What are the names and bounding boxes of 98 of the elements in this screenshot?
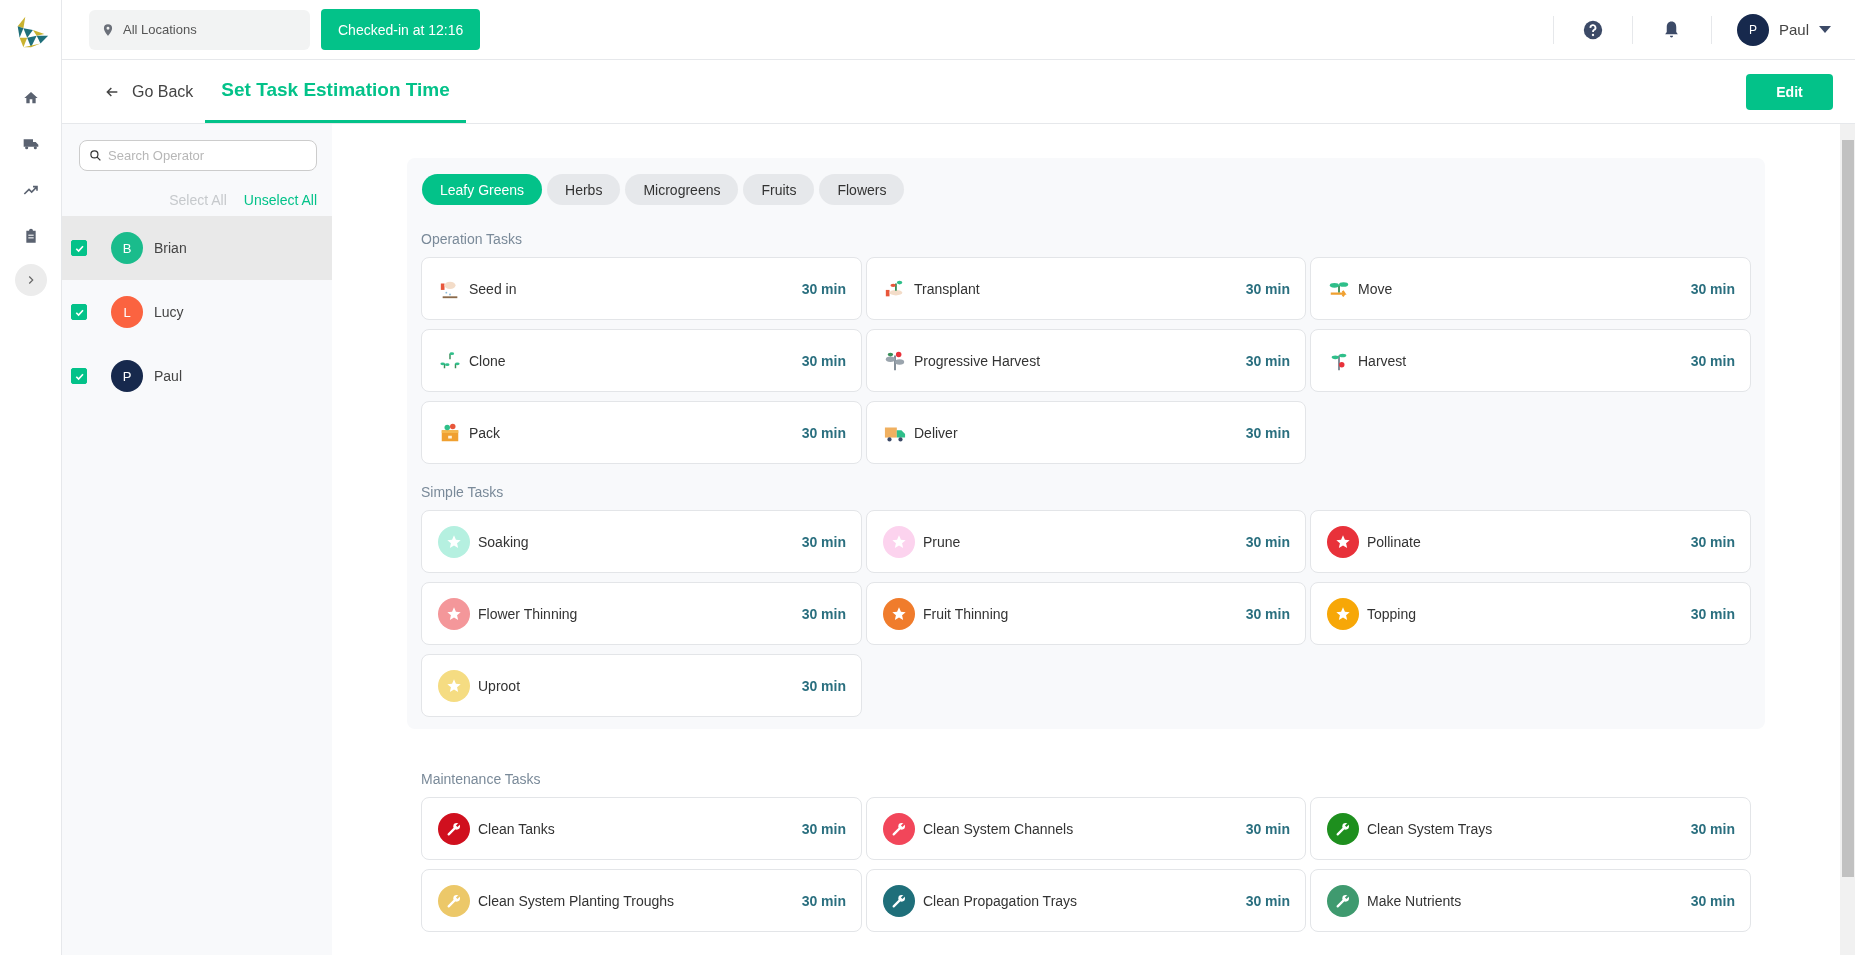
task-card[interactable]: Move 30 min	[1310, 257, 1751, 320]
task-card[interactable]: Pack 30 min	[421, 401, 862, 464]
checkbox[interactable]	[71, 304, 87, 320]
task-name: Fruit Thinning	[923, 605, 1010, 622]
help-icon[interactable]	[1582, 19, 1603, 40]
operator-name: Brian	[154, 240, 187, 256]
task-name: Uproot	[478, 677, 522, 694]
task-card[interactable]: Pollinate 30 min	[1310, 510, 1751, 573]
task-name: Flower Thinning	[478, 605, 579, 622]
task-card[interactable]: Prune 30 min	[866, 510, 1306, 573]
task-card[interactable]: Fruit Thinning 30 min	[866, 582, 1306, 645]
task-name: Seed in	[469, 280, 518, 297]
task-name: Prune	[923, 533, 962, 550]
operator-row[interactable]: L Lucy	[62, 280, 332, 344]
task-name: Transplant	[914, 280, 981, 297]
task-illustration-icon	[884, 349, 906, 372]
location-pin-icon	[101, 22, 115, 37]
task-duration: 30 min	[801, 892, 846, 909]
task-name: Progressive Harvest	[914, 352, 1042, 369]
task-card[interactable]: Harvest 30 min	[1310, 329, 1751, 392]
operator-avatar: P	[111, 360, 143, 392]
task-duration: 30 min	[801, 605, 846, 622]
task-card[interactable]: Clean System Trays 30 min	[1310, 797, 1751, 860]
task-duration: 30 min	[801, 820, 846, 837]
task-card[interactable]: Uproot 30 min	[421, 654, 862, 717]
task-duration: 30 min	[1690, 892, 1735, 909]
section-title: Simple Tasks	[421, 484, 505, 502]
user-avatar: P	[1736, 13, 1769, 46]
scrollbar[interactable]	[1840, 124, 1855, 955]
task-name: Clean Tanks	[478, 820, 556, 837]
back-link[interactable]: Go Back	[104, 60, 194, 123]
task-card[interactable]: Clean System Planting Troughs 30 min	[421, 869, 862, 932]
task-duration: 30 min	[801, 280, 846, 297]
task-name: Pollinate	[1367, 533, 1422, 550]
task-duration: 30 min	[1245, 424, 1290, 441]
operator-name: Paul	[154, 368, 183, 384]
home-icon[interactable]	[22, 90, 39, 106]
section-title: Operation Tasks	[421, 231, 523, 249]
task-duration: 30 min	[1245, 280, 1290, 297]
task-card[interactable]: Clean Tanks 30 min	[421, 797, 862, 860]
task-duration: 30 min	[1245, 820, 1290, 837]
task-name: Topping	[1367, 605, 1418, 622]
crop-tab[interactable]: Flowers	[819, 174, 905, 205]
task-name: Make Nutrients	[1367, 892, 1463, 909]
task-card[interactable]: Progressive Harvest 30 min	[866, 329, 1306, 392]
task-card[interactable]: Soaking 30 min	[421, 510, 862, 573]
operator-row[interactable]: P Paul	[62, 344, 332, 408]
caret-down-icon[interactable]	[1819, 25, 1831, 34]
user-name[interactable]: Paul	[1778, 21, 1809, 38]
task-duration: 30 min	[801, 424, 846, 441]
task-duration: 30 min	[1690, 280, 1735, 297]
location-value: All Locations	[123, 22, 197, 37]
crop-tab[interactable]: Microgreens	[625, 174, 739, 205]
task-duration: 30 min	[1690, 352, 1735, 369]
scrollbar-thumb[interactable]	[1841, 140, 1854, 877]
task-duration: 30 min	[1690, 820, 1735, 837]
task-duration: 30 min	[1245, 605, 1290, 622]
task-card[interactable]: Make Nutrients 30 min	[1310, 869, 1751, 932]
crop-tab[interactable]: Herbs	[547, 174, 621, 205]
task-duration: 30 min	[1245, 533, 1290, 550]
task-card[interactable]: Transplant 30 min	[866, 257, 1306, 320]
search-field[interactable]: Search Operator	[79, 140, 317, 171]
crop-tab[interactable]: Fruits	[743, 174, 815, 205]
operator-avatar: B	[111, 232, 143, 264]
section-title: Maintenance Tasks	[421, 771, 542, 789]
search-icon	[89, 149, 102, 162]
task-name: Clean System Trays	[1367, 820, 1494, 837]
task-duration: 30 min	[1690, 533, 1735, 550]
task-name: Harvest	[1358, 352, 1408, 369]
task-name: Pack	[469, 424, 502, 441]
task-duration: 30 min	[801, 352, 846, 369]
task-card[interactable]: Topping 30 min	[1310, 582, 1751, 645]
task-name: Clean Propagation Trays	[923, 892, 1079, 909]
task-name: Soaking	[478, 533, 530, 550]
task-duration: 30 min	[1690, 605, 1735, 622]
task-duration: 30 min	[1245, 352, 1290, 369]
task-duration: 30 min	[801, 533, 846, 550]
location-select[interactable]: All Locations	[89, 9, 310, 50]
operator-avatar: L	[111, 296, 143, 328]
task-name: Deliver	[914, 424, 959, 441]
task-name: Clone	[469, 352, 507, 369]
task-card[interactable]: Deliver 30 min	[866, 401, 1306, 464]
task-duration: 30 min	[1245, 892, 1290, 909]
task-card[interactable]: Clean Propagation Trays 30 min	[866, 869, 1306, 932]
task-name: Move	[1358, 280, 1394, 297]
task-name: Clean System Planting Troughs	[478, 892, 676, 909]
checkbox[interactable]	[71, 240, 87, 256]
task-card[interactable]: Clone 30 min	[421, 329, 862, 392]
task-name: Clean System Channels	[923, 820, 1075, 837]
task-card[interactable]: Flower Thinning 30 min	[421, 582, 862, 645]
task-illustration-icon	[439, 421, 461, 444]
task-card[interactable]: Seed in 30 min	[421, 257, 862, 320]
operator-name: Lucy	[154, 304, 184, 320]
task-duration: 30 min	[801, 677, 846, 694]
operator-row[interactable]: B Brian	[62, 216, 332, 280]
task-card[interactable]: Clean System Channels 30 min	[866, 797, 1306, 860]
truck-icon[interactable]	[22, 136, 39, 152]
checkbox[interactable]	[71, 368, 87, 384]
